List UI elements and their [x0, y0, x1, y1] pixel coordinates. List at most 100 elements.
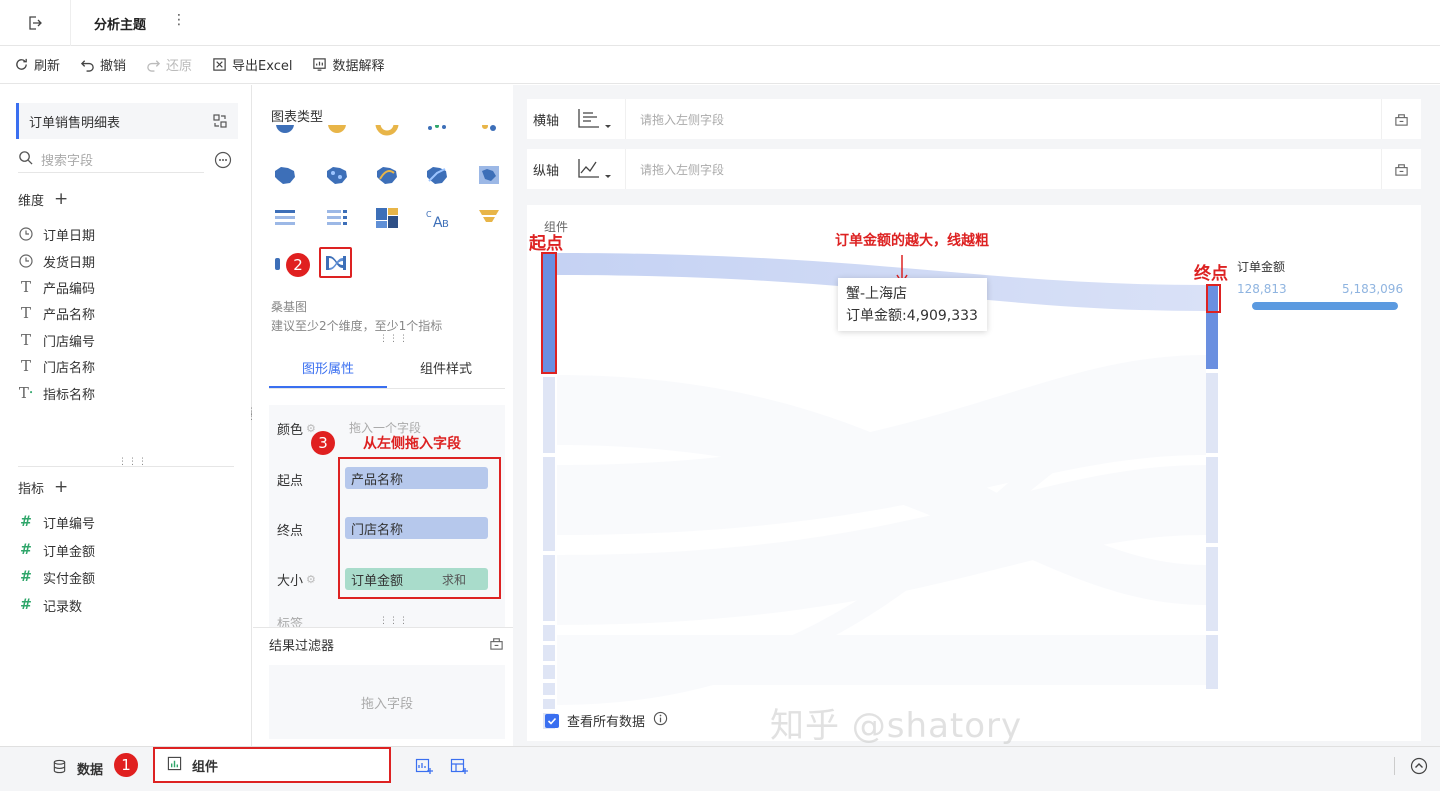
measure-field[interactable]: # 订单编号: [18, 512, 95, 532]
measure-field[interactable]: # 实付金额: [18, 567, 95, 587]
flow-map-icon[interactable]: [373, 161, 401, 189]
add-dimension-icon[interactable]: +: [54, 191, 68, 208]
add-measure-icon[interactable]: +: [54, 479, 68, 496]
text-type-icon: T •: [18, 384, 34, 402]
export-excel-button[interactable]: 导出Excel: [212, 55, 292, 74]
source-node[interactable]: [543, 665, 555, 679]
treemap-icon[interactable]: [373, 204, 401, 232]
source-node[interactable]: [543, 457, 555, 551]
filter-settings-icon[interactable]: [489, 636, 504, 655]
field-panel: 订单销售明细表 搜索字段 维度 + 订单日期 发货日期 T 产品编码 T 产品名称 …: [0, 85, 252, 746]
search-icon: [18, 150, 33, 169]
redo-button[interactable]: 还原: [146, 55, 192, 74]
source-node[interactable]: [543, 555, 555, 621]
y-axis-drop-zone[interactable]: 请拖入左侧字段: [640, 161, 1381, 178]
word-cloud-icon[interactable]: CAB: [423, 204, 451, 232]
add-dashboard-icon[interactable]: [450, 757, 468, 779]
text-type-icon: T: [20, 278, 31, 296]
dimension-field[interactable]: T 产品编码: [18, 277, 95, 297]
rose-chart-icon[interactable]: [323, 125, 351, 139]
collapse-up-icon[interactable]: [1410, 757, 1428, 779]
axis-settings-icon[interactable]: [1381, 99, 1421, 139]
measure-field[interactable]: # 订单金额: [18, 540, 95, 560]
divider: [70, 0, 71, 46]
divider: [625, 99, 626, 139]
switch-dataset-icon[interactable]: [212, 113, 228, 133]
view-all-data-checkbox[interactable]: 查看所有数据: [545, 711, 668, 730]
scatter-chart-icon[interactable]: [423, 125, 451, 139]
source-nodes: [543, 253, 555, 729]
detail-table-icon[interactable]: [271, 204, 299, 232]
filter-drop-zone[interactable]: 拖入字段: [269, 665, 505, 739]
cross-table-icon[interactable]: [323, 204, 351, 232]
component-tab[interactable]: 组件: [153, 747, 391, 783]
target-node[interactable]: [1206, 635, 1218, 689]
axis-settings-icon[interactable]: [1381, 149, 1421, 189]
annotation-width-note: 订单金额的越大，线越粗: [835, 233, 989, 249]
more-vertical-icon[interactable]: ⋮: [172, 12, 186, 28]
gis-map-icon[interactable]: [475, 161, 503, 189]
dimension-field[interactable]: T 门店编号: [18, 330, 95, 350]
text-type-icon: T: [20, 304, 31, 322]
resize-handle-icon[interactable]: ⋮⋮⋮: [379, 335, 409, 344]
measure-field[interactable]: # 记录数: [18, 595, 82, 615]
undo-button[interactable]: 撤销: [80, 55, 126, 74]
source-node[interactable]: [543, 683, 555, 695]
source-node-highlighted[interactable]: [543, 253, 555, 373]
dimension-field[interactable]: 发货日期: [18, 251, 95, 271]
dimension-field[interactable]: T 产品名称: [18, 303, 95, 323]
point-map-icon[interactable]: [323, 161, 351, 189]
chart-canvas[interactable]: 组件 起点 终点 订单金额的越大，线越粗 蟹-上海店 订单金额:4,909,33…: [527, 205, 1421, 741]
legend-title: 订单金额: [1237, 260, 1286, 274]
source-node[interactable]: [543, 377, 555, 453]
text-type-icon: T: [20, 331, 31, 349]
axis-type-icon[interactable]: [575, 107, 625, 131]
settings-icon[interactable]: ⚙: [306, 573, 316, 586]
axis-type-icon[interactable]: [575, 157, 625, 181]
source-node[interactable]: [543, 645, 555, 661]
source-node[interactable]: [543, 625, 555, 641]
sankey-chart-icon[interactable]: [319, 247, 352, 278]
x-axis-drop-zone[interactable]: 请拖入左侧字段: [640, 111, 1381, 128]
dimension-field[interactable]: 订单日期: [18, 224, 95, 244]
funnel-chart-icon[interactable]: [475, 204, 503, 232]
dataset-selector[interactable]: 订单销售明细表: [16, 103, 238, 139]
dimensions-header: 维度 +: [18, 190, 68, 210]
target-node[interactable]: [1206, 457, 1218, 543]
search-placeholder: 搜索字段: [41, 154, 94, 169]
refresh-button[interactable]: 刷新: [14, 55, 60, 74]
bubble-chart-icon[interactable]: [475, 125, 503, 139]
top-bar: 分析主题 ⋮: [0, 0, 1440, 46]
target-node[interactable]: [1206, 547, 1218, 631]
tab-component-style[interactable]: 组件样式: [387, 353, 505, 388]
resize-handle-icon[interactable]: ⋮⋮⋮: [118, 458, 148, 467]
tooltip-title: 蟹-上海店: [846, 286, 908, 302]
dimension-field[interactable]: T 门店名称: [18, 356, 95, 376]
page-title: 分析主题: [94, 18, 147, 33]
label-property: 标签: [277, 617, 303, 627]
color-property: 颜色 ⚙: [277, 419, 316, 438]
add-component-icon[interactable]: [415, 757, 433, 779]
info-icon[interactable]: [653, 711, 668, 730]
data-explain-button[interactable]: 数据解释: [312, 55, 385, 74]
explain-label: 数据解释: [332, 59, 385, 74]
chart-tooltip: 蟹-上海店 订单金额:4,909,333: [838, 278, 987, 331]
target-node[interactable]: [1206, 373, 1218, 453]
data-tab[interactable]: 数据: [52, 759, 103, 778]
start-label: 起点: [277, 474, 304, 489]
more-options-icon[interactable]: [214, 151, 232, 173]
exit-icon[interactable]: [22, 11, 48, 35]
annotation-highlight-box: [338, 457, 501, 599]
dimension-field[interactable]: T • 指标名称: [18, 383, 95, 403]
source-node[interactable]: [543, 699, 555, 709]
sunburst-chart-icon[interactable]: [373, 125, 401, 139]
clock-icon: [18, 226, 34, 242]
search-field[interactable]: 搜索字段: [18, 147, 204, 173]
tab-graphic-properties[interactable]: 图形属性: [269, 353, 387, 388]
region-map-icon[interactable]: [271, 161, 299, 189]
checkbox-checked-icon[interactable]: [545, 713, 559, 728]
heat-map-geo-icon[interactable]: [423, 161, 451, 189]
target-nodes: [1206, 285, 1218, 689]
pie-chart-icon[interactable]: [271, 125, 299, 139]
resize-handle-icon[interactable]: ⋮⋮⋮: [379, 617, 409, 626]
